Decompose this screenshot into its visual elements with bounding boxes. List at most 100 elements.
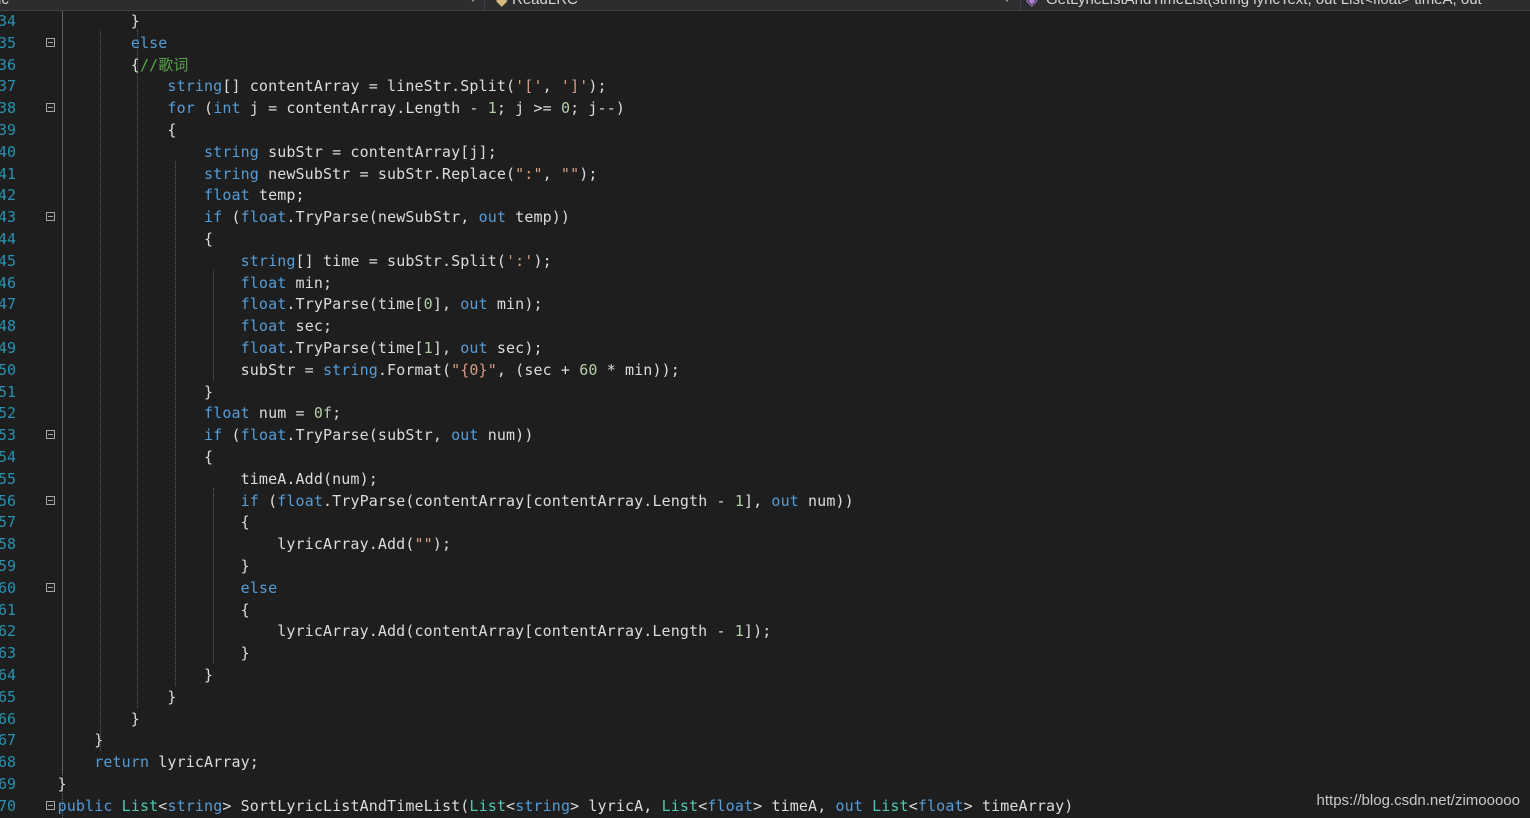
code-line[interactable]: 63 } bbox=[0, 642, 1530, 664]
code-line[interactable]: 59 } bbox=[0, 555, 1530, 577]
method-icon: ◈ bbox=[1026, 0, 1038, 9]
code-text: return lyricArray; bbox=[94, 753, 259, 772]
line-number: 38 bbox=[0, 99, 16, 118]
code-text: lyricArray.Add(contentArray[contentArray… bbox=[21, 622, 772, 641]
code-text: { bbox=[21, 230, 214, 248]
line-number: 56 bbox=[0, 491, 16, 510]
code-line[interactable]: 54 { bbox=[0, 446, 1530, 468]
line-number: 54 bbox=[0, 448, 16, 466]
code-text: } bbox=[21, 557, 250, 575]
member-dropdown[interactable]: ◈ GetLyricListAndTimeList(string lyricTe… bbox=[1024, 0, 1530, 10]
line-number: 70 bbox=[0, 796, 16, 815]
line-number: 43 bbox=[0, 208, 16, 227]
code-line[interactable]: 60 else bbox=[0, 577, 1530, 599]
code-text: else bbox=[240, 578, 278, 597]
code-line[interactable]: 38 for (int j = contentArray.Length - 1;… bbox=[0, 97, 1530, 119]
line-number: 45 bbox=[0, 251, 16, 270]
chevron-down-icon: ▼ bbox=[1004, 0, 1010, 5]
code-line[interactable]: 57 { bbox=[0, 511, 1530, 533]
code-line[interactable]: 45 string[] time = subStr.Split(':'); bbox=[0, 250, 1530, 272]
code-text: float num = 0f; bbox=[204, 404, 342, 423]
member-dropdown-label: GetLyricListAndTimeList(string lyricText… bbox=[1046, 0, 1482, 8]
code-line[interactable]: 66 } bbox=[0, 708, 1530, 730]
code-line[interactable]: 48 float sec; bbox=[0, 315, 1530, 337]
line-number: 35 bbox=[0, 33, 16, 52]
code-line[interactable]: 65 } bbox=[0, 686, 1530, 708]
code-text: } bbox=[21, 731, 104, 750]
line-number: 61 bbox=[0, 600, 16, 619]
code-text: } bbox=[21, 775, 67, 793]
code-line[interactable]: 62 lyricArray.Add(contentArray[contentAr… bbox=[0, 620, 1530, 642]
class-dropdown[interactable]: ◆ ReadLRC ▼ bbox=[488, 0, 1018, 10]
line-number: 44 bbox=[0, 230, 16, 248]
code-text: public List<string> SortLyricListAndTime… bbox=[57, 796, 1074, 815]
code-line[interactable]: 50 subStr = string.Format("{0}", (sec + … bbox=[0, 359, 1530, 381]
line-number: 51 bbox=[0, 382, 16, 401]
line-number: 34 bbox=[0, 12, 16, 30]
code-line[interactable]: 64 } bbox=[0, 664, 1530, 686]
code-text: { bbox=[21, 600, 250, 619]
line-number: 53 bbox=[0, 426, 16, 445]
code-line[interactable]: 52 float num = 0f; bbox=[0, 402, 1530, 424]
code-line[interactable]: 68 return lyricArray; bbox=[0, 751, 1530, 773]
line-number: 55 bbox=[0, 469, 16, 488]
line-number: 64 bbox=[0, 666, 16, 684]
code-text: } bbox=[21, 687, 177, 706]
project-dropdown[interactable]: Public ▼ bbox=[0, 0, 480, 10]
line-number: 59 bbox=[0, 557, 16, 575]
code-line[interactable]: 56 if (float.TryParse(contentArray[conte… bbox=[0, 490, 1530, 512]
code-line[interactable]: 69 } bbox=[0, 773, 1530, 795]
code-line[interactable]: 70 public List<string> SortLyricListAndT… bbox=[0, 795, 1530, 817]
code-line[interactable]: 61 { bbox=[0, 599, 1530, 621]
code-text: string newSubStr = subStr.Replace(":", "… bbox=[204, 164, 598, 183]
code-line[interactable]: 34 } bbox=[0, 10, 1530, 32]
code-text: float.TryParse(time[1], out sec); bbox=[240, 339, 543, 357]
code-line[interactable]: 46 float min; bbox=[0, 272, 1530, 294]
line-number: 67 bbox=[0, 731, 16, 750]
line-number: 48 bbox=[0, 317, 16, 336]
line-number: 40 bbox=[0, 142, 16, 161]
code-line[interactable]: 55 timeA.Add(num); bbox=[0, 468, 1530, 490]
code-line[interactable]: 41 string newSubStr = subStr.Replace(":"… bbox=[0, 163, 1530, 185]
code-line[interactable]: 51 } bbox=[0, 381, 1530, 403]
line-number: 41 bbox=[0, 164, 16, 183]
code-line[interactable]: 42 float temp; bbox=[0, 184, 1530, 206]
code-line[interactable]: 53 if (float.TryParse(subStr, out num)) bbox=[0, 424, 1530, 446]
code-line[interactable]: 36 {//歌词 bbox=[0, 54, 1530, 76]
line-number: 52 bbox=[0, 404, 16, 423]
code-text: timeA.Add(num); bbox=[21, 469, 378, 488]
line-number: 58 bbox=[0, 535, 16, 554]
code-line[interactable]: 67 } bbox=[0, 729, 1530, 751]
code-text: else bbox=[130, 33, 168, 52]
code-line[interactable]: 40 string subStr = contentArray[j]; bbox=[0, 141, 1530, 163]
line-number: 60 bbox=[0, 578, 16, 597]
code-text: float temp; bbox=[204, 186, 305, 205]
line-number: 65 bbox=[0, 687, 16, 706]
code-text: { bbox=[21, 513, 250, 532]
line-number: 50 bbox=[0, 360, 16, 379]
line-number: 57 bbox=[0, 513, 16, 532]
code-text: } bbox=[21, 382, 214, 401]
project-dropdown-label: Public bbox=[0, 0, 9, 8]
code-line[interactable]: 47 float.TryParse(time[0], out min); bbox=[0, 293, 1530, 315]
code-line[interactable]: 43 if (float.TryParse(newSubStr, out tem… bbox=[0, 206, 1530, 228]
code-text: for (int j = contentArray.Length - 1; j … bbox=[167, 99, 625, 118]
code-text: if (float.TryParse(newSubStr, out temp)) bbox=[204, 208, 571, 227]
code-text: } bbox=[21, 709, 140, 728]
line-number: 46 bbox=[0, 273, 16, 292]
code-line[interactable]: 49 float.TryParse(time[1], out sec); bbox=[0, 337, 1530, 359]
code-line[interactable]: 39 { bbox=[0, 119, 1530, 141]
code-text: string subStr = contentArray[j]; bbox=[204, 142, 497, 161]
code-editor[interactable]: 34 } 35 else 36 {//歌词 37 string[] contentAr… bbox=[0, 11, 1530, 818]
watermark: https://blog.csdn.net/zimooooo bbox=[1316, 792, 1520, 809]
code-line[interactable]: 37 string[] contentArray = lineStr.Split… bbox=[0, 75, 1530, 97]
code-text: } bbox=[21, 12, 140, 30]
divider bbox=[484, 0, 485, 10]
class-icon: ◆ bbox=[496, 0, 508, 9]
code-text: if (float.TryParse(contentArray[contentA… bbox=[240, 491, 854, 510]
code-text: float.TryParse(time[0], out min); bbox=[240, 295, 543, 314]
code-line[interactable]: 44 { bbox=[0, 228, 1530, 250]
code-line[interactable]: 58 lyricArray.Add(""); bbox=[0, 533, 1530, 555]
code-line[interactable]: 35 else bbox=[0, 32, 1530, 54]
line-number: 37 bbox=[0, 77, 16, 96]
